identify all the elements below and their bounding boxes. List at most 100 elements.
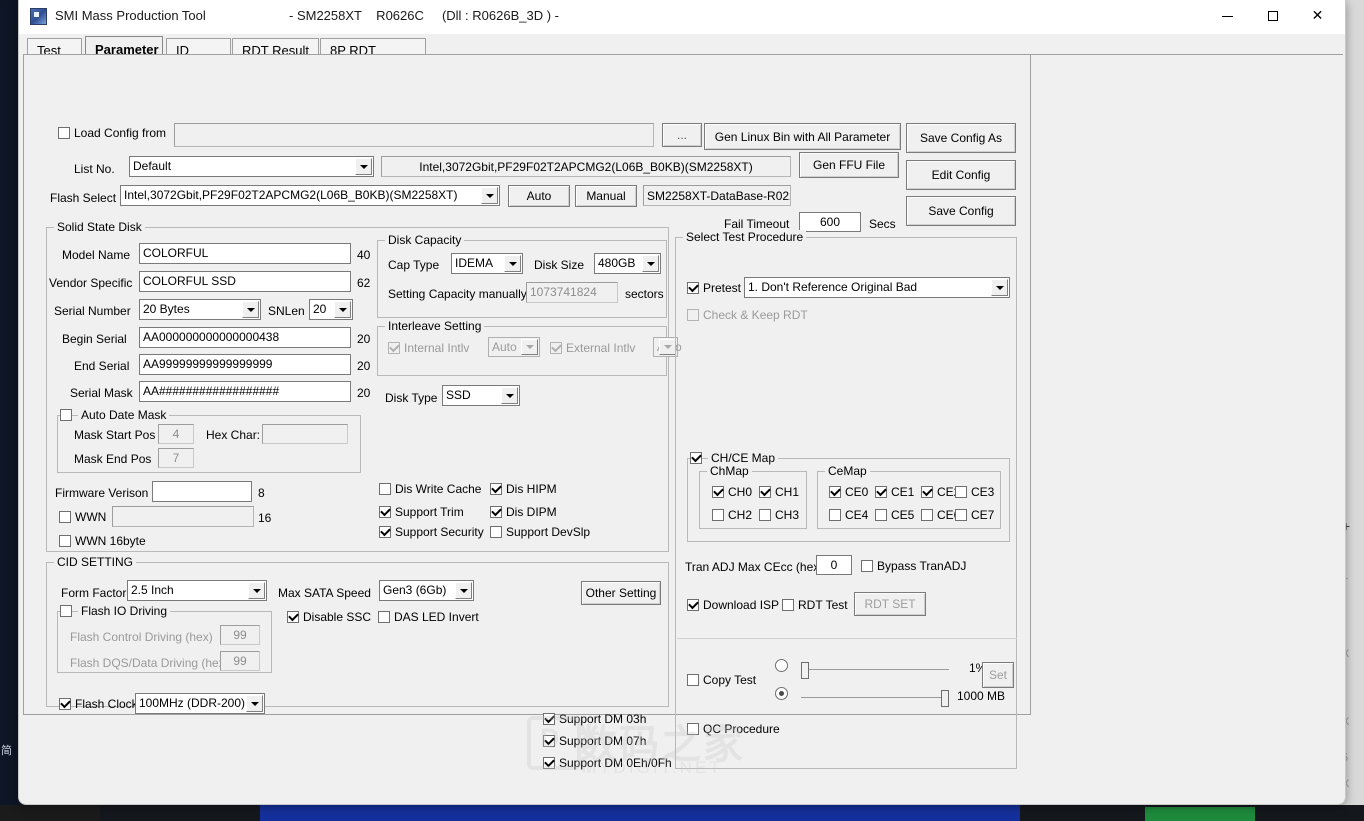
auto-button[interactable]: Auto	[508, 185, 570, 207]
wwn-checkbox[interactable]: WWN	[59, 511, 106, 524]
download-isp-checkbox[interactable]: Download ISP	[687, 599, 779, 612]
support-dm-03h-checkbox[interactable]: Support DM 03h	[543, 713, 646, 726]
firmware-version-input[interactable]	[152, 481, 252, 502]
support-dm-0eh-0fh-checkbox[interactable]: Support DM 0Eh/0Fh	[543, 757, 672, 770]
chmap-group: ChMap CH0 CH1 CH2 CH3	[699, 464, 807, 529]
chevron-down-icon[interactable]	[991, 279, 1008, 296]
copy-mb-slider[interactable]	[801, 690, 949, 707]
dis-write-cache-checkbox[interactable]: Dis Write Cache	[379, 483, 481, 496]
chevron-down-icon[interactable]	[501, 387, 518, 404]
dis-hipm-checkbox[interactable]: Dis HIPM	[490, 483, 557, 496]
save-config-as-button[interactable]: Save Config As	[906, 123, 1016, 153]
model-name-input[interactable]: COLORFUL	[139, 243, 351, 264]
save-config-button[interactable]: Save Config	[906, 196, 1016, 226]
maximize-button[interactable]	[1250, 0, 1295, 32]
divider	[677, 638, 1017, 639]
flash-select-combo[interactable]: Intel,3072Gbit,PF29F02T2APCMG2(L06B_B0KB…	[120, 185, 500, 206]
wwn-input[interactable]	[112, 506, 254, 527]
list-no-combo[interactable]: Default	[129, 156, 374, 177]
cap-type-combo[interactable]: IDEMA	[451, 253, 523, 274]
gen-linux-bin-button[interactable]: Gen Linux Bin with All Parameter	[704, 123, 901, 150]
ce3-checkbox[interactable]: CE3	[955, 486, 994, 499]
support-trim-checkbox[interactable]: Support Trim	[379, 506, 464, 519]
other-setting-button[interactable]: Other Setting	[581, 581, 661, 605]
chevron-down-icon[interactable]	[334, 301, 351, 318]
ce4-checkbox[interactable]: CE4	[829, 509, 868, 522]
cap-type-label: Cap Type	[388, 258, 440, 272]
copy-percent-radio[interactable]	[775, 659, 788, 672]
qc-procedure-checkbox[interactable]: QC Procedure	[687, 723, 780, 736]
chevron-down-icon[interactable]	[355, 158, 372, 175]
manual-button[interactable]: Manual	[575, 185, 637, 207]
form-factor-combo[interactable]: 2.5 Inch	[127, 580, 267, 601]
dis-dipm-checkbox[interactable]: Dis DIPM	[490, 506, 557, 519]
auto-date-mask-group: Auto Date Mask Mask Start Pos 4 Hex Char…	[57, 408, 361, 473]
vendor-specific-input[interactable]: COLORFUL SSD	[139, 271, 351, 292]
close-button[interactable]: ✕	[1295, 0, 1340, 32]
chevron-down-icon[interactable]	[242, 301, 259, 318]
flash-io-driving-group: Flash IO Driving Flash Control Driving (…	[57, 604, 272, 673]
mask-start-pos-input[interactable]: 4	[158, 424, 194, 444]
support-devslp-checkbox[interactable]: Support DevSlp	[490, 526, 590, 539]
taskbar[interactable]	[0, 805, 1364, 821]
chevron-down-icon[interactable]	[248, 582, 265, 599]
support-dm-07h-checkbox[interactable]: Support DM 07h	[543, 735, 646, 748]
minimize-button[interactable]	[1205, 0, 1250, 32]
ce0-checkbox[interactable]: CE0	[829, 486, 868, 499]
support-security-checkbox[interactable]: Support Security	[379, 526, 484, 539]
pretest-combo[interactable]: 1. Don't Reference Original Bad	[744, 277, 1010, 298]
tran-adj-input[interactable]: 0	[816, 555, 852, 575]
fail-timeout-input[interactable]: 600	[799, 212, 861, 232]
ce1-checkbox[interactable]: CE1	[875, 486, 914, 499]
bypass-tranadj-checkbox[interactable]: Bypass TranADJ	[861, 560, 966, 573]
edit-config-button[interactable]: Edit Config	[906, 160, 1016, 190]
list-info-display: Intel,3072Gbit,PF29F02T2APCMG2(L06B_B0KB…	[381, 156, 791, 177]
wwn-length: 16	[258, 511, 272, 525]
chevron-down-icon[interactable]	[642, 255, 659, 272]
chevron-down-icon[interactable]	[481, 187, 498, 204]
serial-number-combo[interactable]: 20 Bytes	[139, 299, 261, 320]
wwn-16byte-checkbox[interactable]: WWN 16byte	[59, 535, 146, 548]
flash-clock-combo[interactable]: 100MHz (DDR-200)	[135, 693, 265, 714]
copy-mb-radio[interactable]	[775, 687, 788, 700]
browse-button[interactable]: ...	[662, 123, 702, 147]
rdt-test-checkbox[interactable]: RDT Test	[782, 599, 848, 612]
das-led-invert-checkbox[interactable]: DAS LED Invert	[378, 611, 479, 624]
gen-ffu-file-button[interactable]: Gen FFU File	[799, 152, 899, 178]
chevron-down-icon[interactable]	[455, 582, 472, 599]
disable-ssc-checkbox[interactable]: Disable SSC	[287, 611, 371, 624]
setting-capacity-input[interactable]: 1073741824	[526, 282, 618, 303]
flash-clock-checkbox[interactable]: Flash Clock	[59, 698, 138, 711]
auto-date-mask-title: Auto Date Mask	[78, 408, 170, 422]
load-config-from-checkbox[interactable]: Load Config from	[58, 127, 166, 140]
copy-test-checkbox[interactable]: Copy Test	[687, 674, 756, 687]
ch0-checkbox[interactable]: CH0	[712, 486, 752, 499]
mask-end-pos-input[interactable]: 7	[158, 448, 194, 468]
copy-percent-slider-thumb[interactable]	[801, 662, 809, 679]
copy-mb-slider-thumb[interactable]	[941, 690, 949, 707]
minimize-icon	[1222, 15, 1233, 17]
ch3-checkbox[interactable]: CH3	[759, 509, 799, 522]
ch1-checkbox[interactable]: CH1	[759, 486, 799, 499]
pretest-checkbox[interactable]: Pretest	[687, 282, 741, 295]
flash-dqs-driving-input[interactable]: 99	[220, 651, 260, 671]
chevron-down-icon[interactable]	[504, 255, 521, 272]
ce5-checkbox[interactable]: CE5	[875, 509, 914, 522]
begin-serial-input[interactable]: AA000000000000000438	[139, 327, 351, 348]
hex-char-input[interactable]	[262, 424, 348, 444]
serial-mask-input[interactable]: AA##################	[139, 381, 351, 402]
disk-type-combo[interactable]: SSD	[442, 385, 520, 406]
ch2-checkbox[interactable]: CH2	[712, 509, 752, 522]
max-sata-speed-combo[interactable]: Gen3 (6Gb)	[379, 580, 474, 601]
snlen-combo[interactable]: 20	[309, 299, 353, 320]
copy-percent-slider[interactable]	[801, 662, 949, 679]
sectors-label: sectors	[625, 287, 664, 301]
load-config-path-input[interactable]	[174, 123, 654, 147]
end-serial-input[interactable]: AA99999999999999999	[139, 354, 351, 375]
disk-size-combo[interactable]: 480GB	[594, 253, 661, 274]
chevron-down-icon[interactable]	[246, 695, 263, 712]
firmware-version-length: 8	[258, 486, 265, 500]
parameter-panel: Load Config from ... Gen Linux Bin with …	[23, 55, 1031, 777]
ce7-checkbox[interactable]: CE7	[955, 509, 994, 522]
flash-control-driving-input[interactable]: 99	[220, 625, 260, 645]
